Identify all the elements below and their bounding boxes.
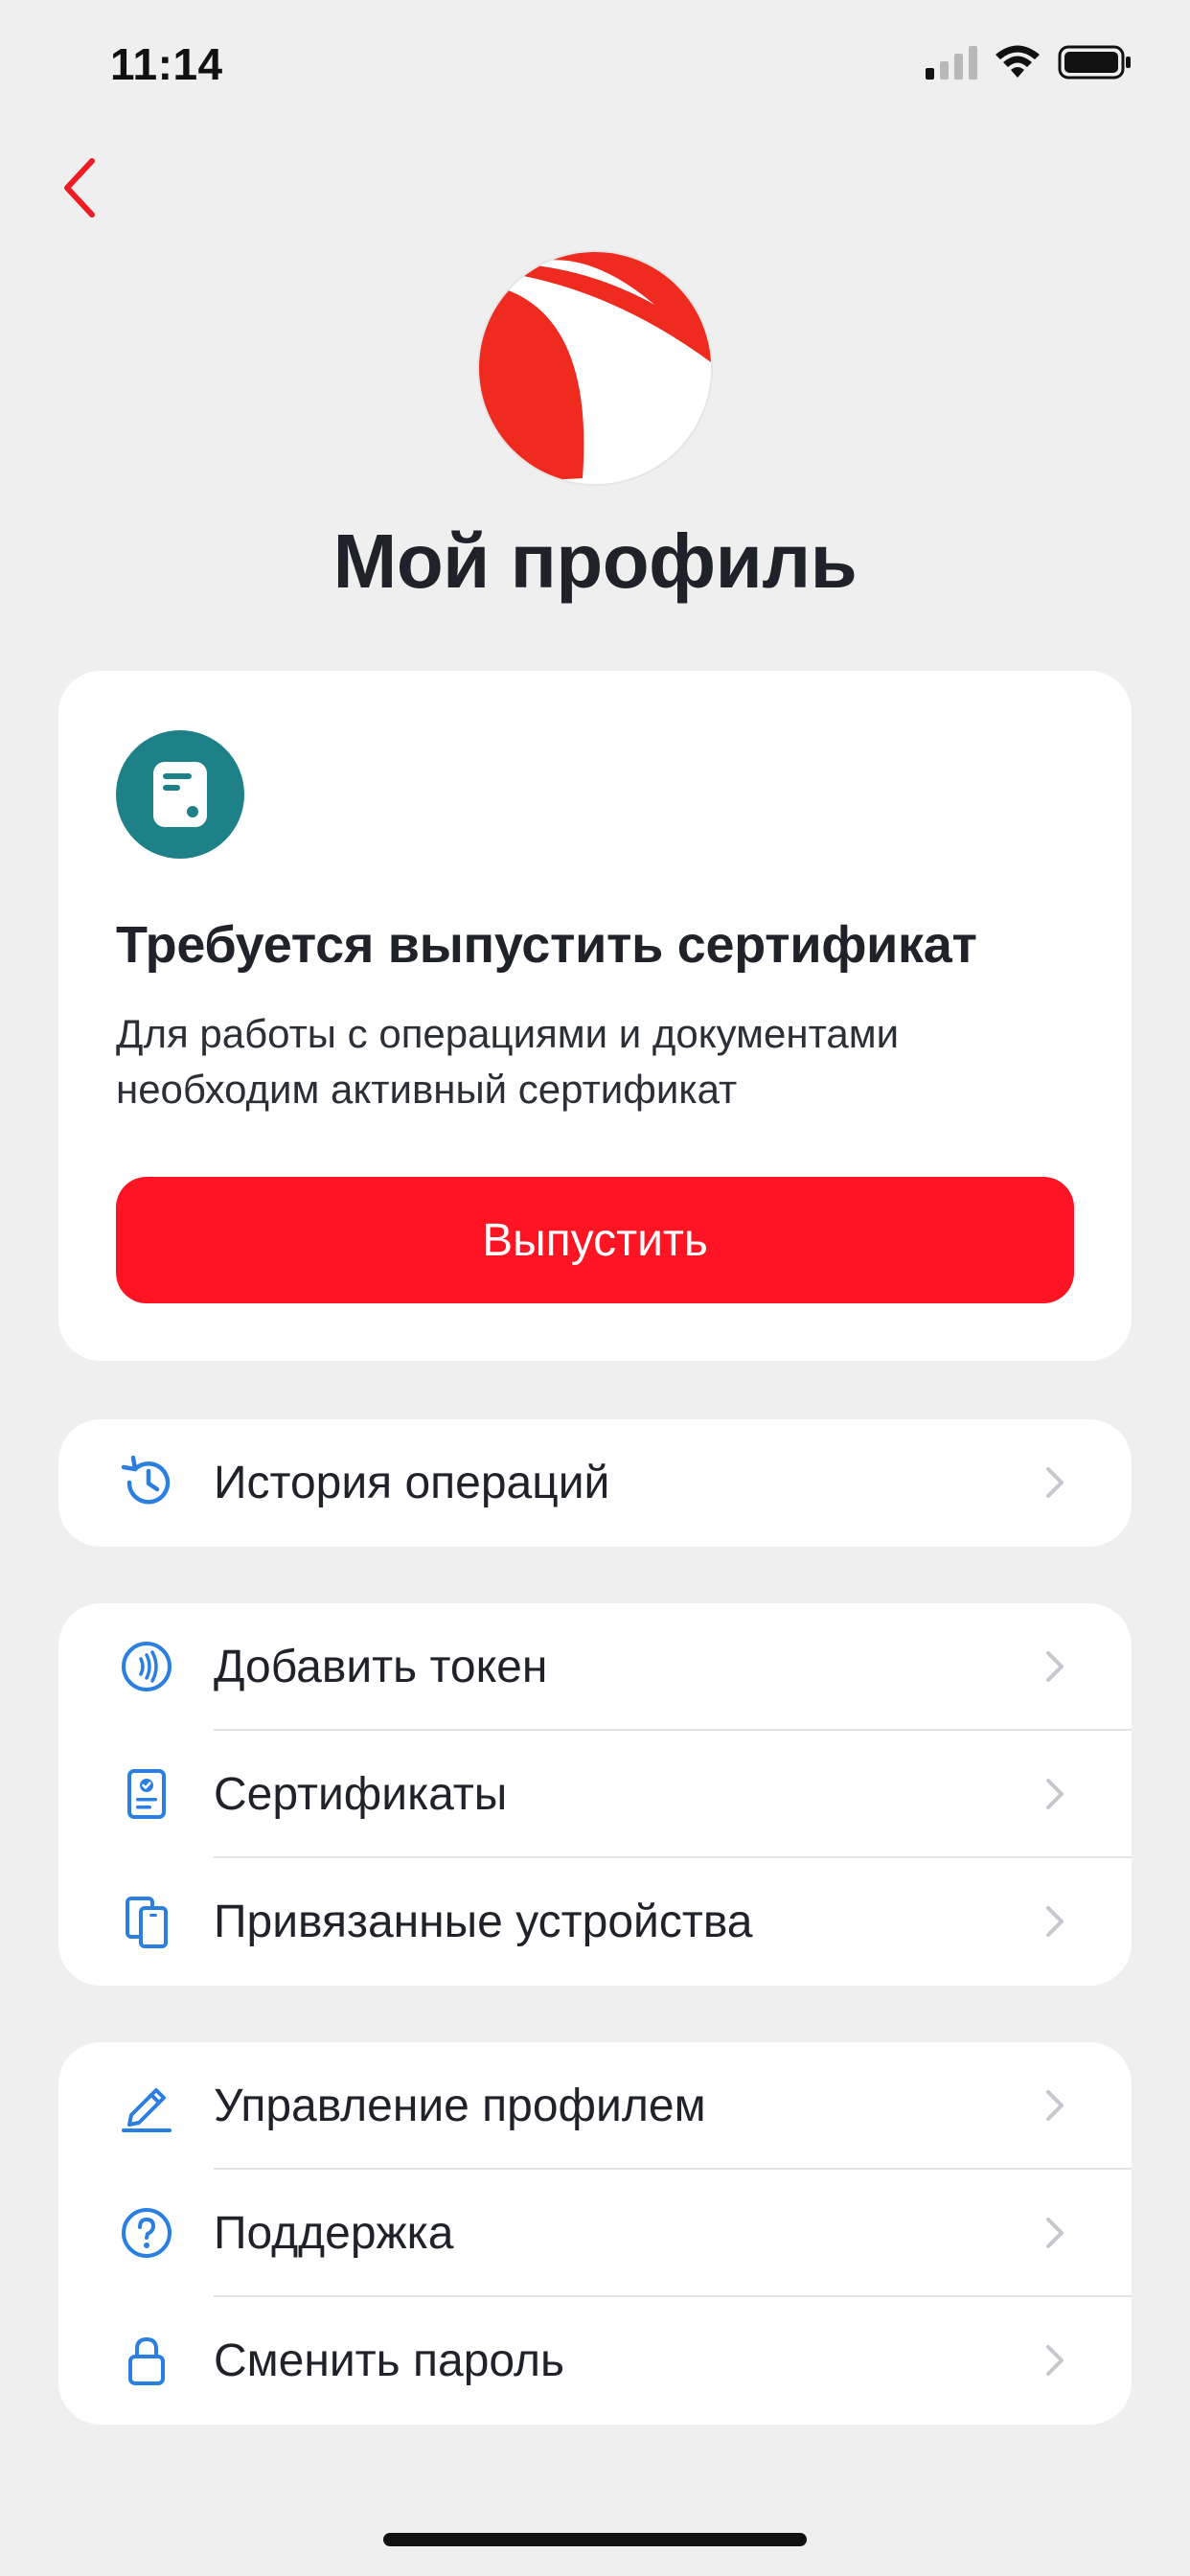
chevron-right-icon xyxy=(1036,2086,1074,2125)
chevron-left-icon xyxy=(64,158,95,218)
chevron-right-icon xyxy=(1036,1647,1074,1686)
chevron-right-icon xyxy=(1036,2341,1074,2380)
menu-item-label: Сменить пароль xyxy=(214,2335,565,2386)
menu-item-support[interactable]: Поддержка xyxy=(58,2170,1132,2297)
status-bar: 11:14 xyxy=(0,0,1190,129)
menu-item-change-password[interactable]: Сменить пароль xyxy=(58,2297,1132,2425)
certificate-description: Для работы с операциями и документами не… xyxy=(116,1011,900,1112)
chevron-right-icon xyxy=(1036,2214,1074,2252)
menu-item-add-token[interactable]: Добавить токен xyxy=(58,1603,1132,1731)
page-title: Мой профиль xyxy=(332,518,858,604)
menu-item-linked-devices[interactable]: Привязанные устройства xyxy=(58,1858,1132,1986)
menu-item-label: Добавить токен xyxy=(214,1642,548,1692)
status-time: 11:14 xyxy=(110,39,223,89)
home-indicator[interactable] xyxy=(383,2533,807,2546)
tokens-devices-card: Добавить токен Сертификаты Привязанные у… xyxy=(58,1603,1132,1986)
back-button[interactable] xyxy=(50,153,107,222)
bank-logo-icon xyxy=(479,252,711,484)
profile-settings-card: Управление профилем Поддержка Сменить па… xyxy=(58,2042,1132,2425)
chevron-right-icon xyxy=(1036,1775,1074,1813)
history-icon xyxy=(118,1454,175,1511)
chevron-right-icon xyxy=(1036,1902,1074,1941)
certificate-card: Требуется выпустить сертификат Для работ… xyxy=(58,671,1132,1361)
chevron-right-icon xyxy=(1036,1463,1074,1502)
lock-icon xyxy=(118,2332,175,2389)
devices-icon xyxy=(118,1893,175,1950)
menu-item-label: Привязанные устройства xyxy=(214,1897,753,1947)
battery-icon xyxy=(1058,45,1131,80)
issue-certificate-button[interactable]: Выпустить xyxy=(116,1177,1074,1303)
certificate-icon xyxy=(118,1765,175,1823)
menu-item-label: История операций xyxy=(214,1458,610,1508)
menu-item-label: Управление профилем xyxy=(214,2081,706,2131)
menu-item-label: Поддержка xyxy=(214,2208,454,2259)
status-icons xyxy=(926,44,1133,80)
cellular-signal-icon xyxy=(926,45,977,80)
help-icon xyxy=(118,2204,175,2262)
history-card: История операций xyxy=(58,1419,1132,1547)
menu-item-history[interactable]: История операций xyxy=(58,1419,1132,1547)
menu-item-certificates[interactable]: Сертификаты xyxy=(58,1731,1132,1858)
certificate-device-icon xyxy=(116,730,244,859)
wifi-icon xyxy=(995,45,1040,78)
menu-item-label: Сертификаты xyxy=(214,1769,508,1820)
nfc-token-icon xyxy=(118,1638,175,1695)
pencil-icon xyxy=(118,2077,175,2134)
certificate-title: Требуется выпустить сертификат xyxy=(116,916,977,974)
menu-item-manage-profile[interactable]: Управление профилем xyxy=(58,2042,1132,2170)
avatar xyxy=(479,252,711,484)
